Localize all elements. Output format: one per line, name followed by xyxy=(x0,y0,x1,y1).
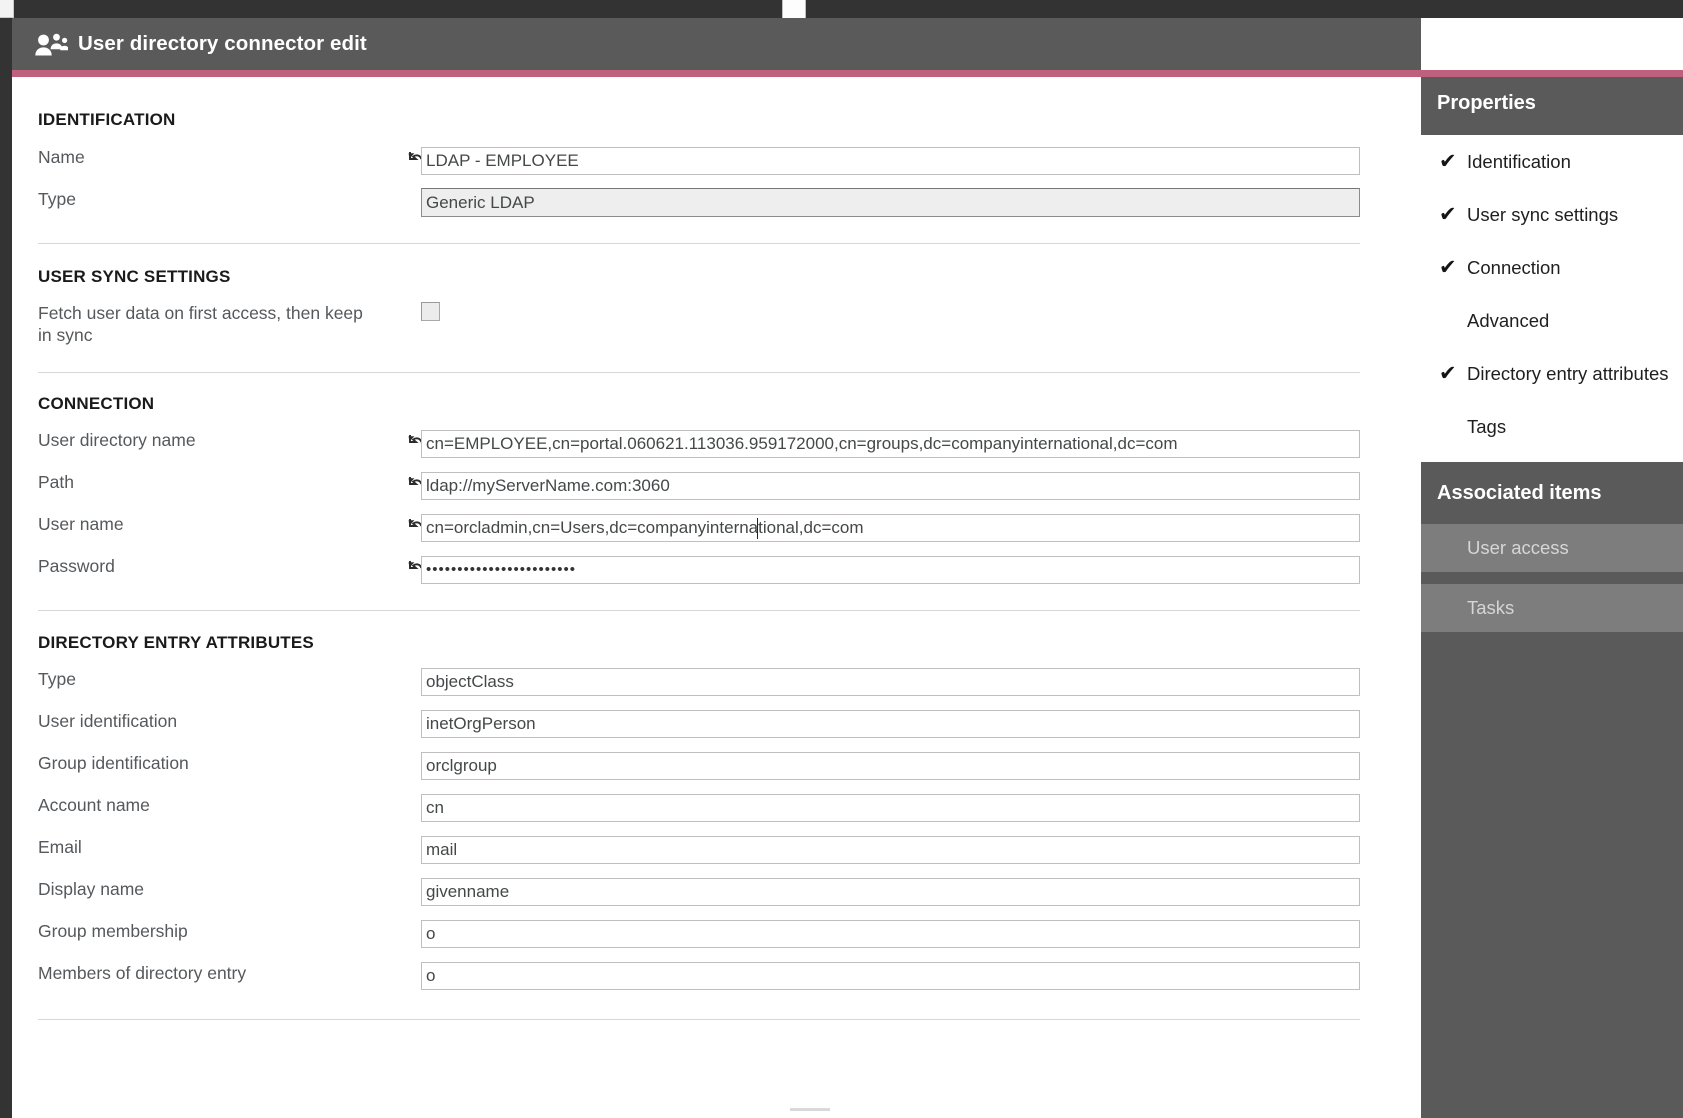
path-input[interactable]: ldap://myServerName.com:3060 xyxy=(421,472,1360,500)
people-group-icon xyxy=(35,33,68,56)
properties-panel-title: Properties xyxy=(1437,92,1536,114)
section-heading-directory-entry-attributes: DIRECTORY ENTRY ATTRIBUTES xyxy=(38,633,314,652)
check-icon-directory-entry-attributes: ✔ xyxy=(1439,362,1457,385)
field-label-display-name: Display name xyxy=(38,879,145,899)
section-heading-user-sync: USER SYNC SETTINGS xyxy=(38,267,231,286)
attr-type-input[interactable]: objectClass xyxy=(421,668,1360,696)
field-label-path: Path xyxy=(38,472,74,492)
properties-item-user-sync-settings[interactable]: ✔ User sync settings xyxy=(1421,188,1683,241)
section-heading-connection: CONNECTION xyxy=(38,394,155,413)
properties-item-label: User sync settings xyxy=(1467,203,1619,225)
properties-item-advanced[interactable]: Advanced xyxy=(1421,294,1683,347)
field-label-members-of-directory-entry: Members of directory entry xyxy=(38,963,247,983)
field-label-account-name: Account name xyxy=(38,795,150,815)
divider-identification xyxy=(38,243,1360,244)
divider-user-sync xyxy=(38,372,1360,373)
field-label-type: Type xyxy=(38,189,76,209)
user-identification-input[interactable]: inetOrgPerson xyxy=(421,710,1360,738)
properties-item-tags[interactable]: Tags xyxy=(1421,400,1683,453)
application-frame: User directory connector edit IDENTIFICA… xyxy=(0,0,1683,1118)
left-rail-cap xyxy=(0,0,14,18)
associated-item-user-access[interactable]: User access xyxy=(1421,524,1683,572)
form-canvas: IDENTIFICATION Name LDAP - EMPLOYEE Type… xyxy=(12,77,1421,1118)
text-caret xyxy=(757,518,758,539)
field-label-email: Email xyxy=(38,837,82,857)
members-of-directory-entry-input[interactable]: o xyxy=(421,962,1360,990)
field-label-password: Password xyxy=(38,556,115,576)
associated-items-title: Associated items xyxy=(1437,482,1602,504)
title-accent-bar xyxy=(12,70,1421,77)
account-name-input[interactable]: cn xyxy=(421,794,1360,822)
display-name-input[interactable]: givenname xyxy=(421,878,1360,906)
properties-list: ✔ Identification ✔ User sync settings ✔ … xyxy=(1421,135,1683,453)
window-top-strip xyxy=(0,0,1683,18)
properties-item-label: Advanced xyxy=(1467,309,1550,331)
field-label-user-identification: User identification xyxy=(38,711,178,731)
properties-item-identification[interactable]: ✔ Identification xyxy=(1421,135,1683,188)
properties-item-label: Directory entry attributes xyxy=(1467,362,1669,384)
name-input[interactable]: LDAP - EMPLOYEE xyxy=(421,147,1360,175)
email-input[interactable]: mail xyxy=(421,836,1360,864)
field-label-user-name: User name xyxy=(38,514,124,534)
associated-item-label: Tasks xyxy=(1467,597,1515,618)
bottom-resize-stub[interactable] xyxy=(790,1108,830,1111)
field-label-group-identification: Group identification xyxy=(38,753,189,773)
dialog-title: User directory connector edit xyxy=(78,32,367,55)
window-left-rail xyxy=(0,0,12,1118)
user-directory-name-input[interactable]: cn=EMPLOYEE,cn=portal.060621.113036.9591… xyxy=(421,430,1360,458)
fetch-user-data-checkbox[interactable] xyxy=(421,302,440,321)
field-label-attr-type: Type xyxy=(38,669,76,689)
properties-panel-header: Properties xyxy=(1421,77,1683,135)
properties-accent-bar xyxy=(1421,70,1683,77)
field-label-user-directory-name: User directory name xyxy=(38,430,196,450)
associated-item-label: User access xyxy=(1467,537,1569,558)
divider-connection xyxy=(38,610,1360,611)
password-input[interactable]: •••••••••••••••••••••••• xyxy=(421,556,1360,584)
field-label-group-membership: Group membership xyxy=(38,921,188,941)
check-icon-identification: ✔ xyxy=(1439,150,1457,173)
properties-item-label: Tags xyxy=(1467,415,1507,437)
type-select[interactable]: Generic LDAP xyxy=(421,188,1360,217)
dialog-title-bar: User directory connector edit xyxy=(12,18,1421,70)
check-icon-connection: ✔ xyxy=(1439,256,1457,279)
properties-item-label: Identification xyxy=(1467,150,1571,172)
divider-directory-entry-attributes xyxy=(38,1019,1360,1020)
check-icon-user-sync-settings: ✔ xyxy=(1439,203,1457,226)
associated-items-panel: Associated items User access Tasks xyxy=(1421,462,1683,1118)
group-identification-input[interactable]: orclgroup xyxy=(421,752,1360,780)
user-name-input[interactable]: cn=orcladmin,cn=Users,dc=companyinternat… xyxy=(421,514,1360,542)
field-label-fetch-user-data: Fetch user data on first access, then ke… xyxy=(38,303,363,345)
properties-item-connection[interactable]: ✔ Connection xyxy=(1421,241,1683,294)
group-membership-input[interactable]: o xyxy=(421,920,1360,948)
field-label-name: Name xyxy=(38,147,85,167)
properties-item-directory-entry-attributes[interactable]: ✔ Directory entry attributes xyxy=(1421,347,1683,400)
properties-item-label: Connection xyxy=(1467,256,1561,278)
associated-item-tasks[interactable]: Tasks xyxy=(1421,584,1683,632)
section-heading-identification: IDENTIFICATION xyxy=(38,110,176,129)
